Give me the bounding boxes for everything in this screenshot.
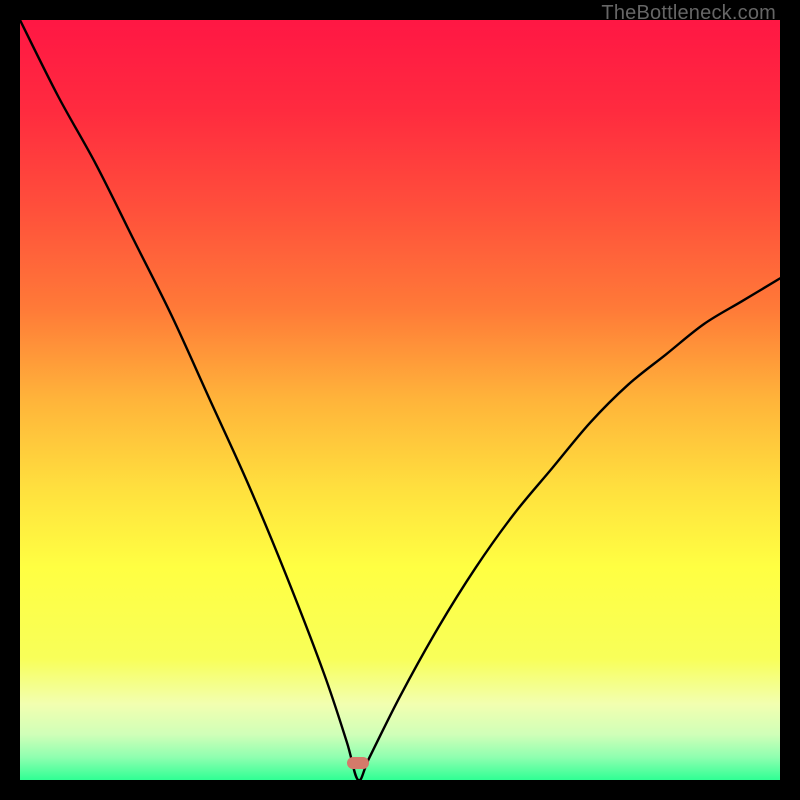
outer-frame: TheBottleneck.com <box>0 0 800 800</box>
plot-area <box>20 20 780 780</box>
minimum-marker <box>347 757 369 769</box>
bottleneck-curve <box>20 20 780 780</box>
